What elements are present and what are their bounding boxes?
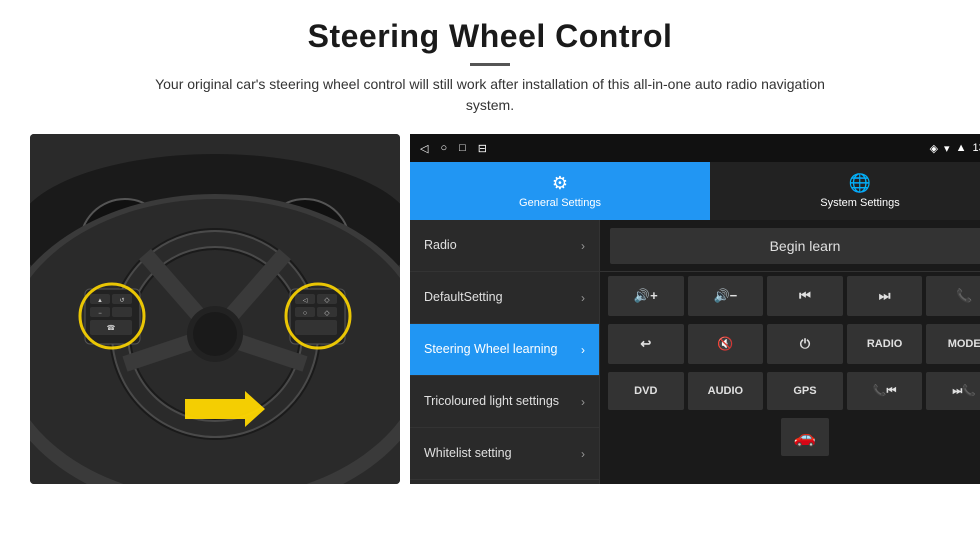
gps-label: GPS (793, 385, 816, 397)
status-bar: ◁ ○ □ ⊟ ◈ ▾ ▲ 13:13 (410, 134, 980, 162)
dvd-button[interactable]: DVD (608, 372, 684, 410)
mute-icon: 🔇 (717, 336, 733, 352)
radio-label: RADIO (867, 338, 902, 350)
chevron-icon: › (581, 343, 585, 357)
tab-system[interactable]: 🌐 System Settings (710, 162, 980, 220)
whitelist-row: 🚗 (600, 414, 980, 460)
call-next-button[interactable]: ⏭📞 (926, 372, 980, 410)
chevron-icon: › (581, 447, 585, 461)
globe-icon: 🌐 (849, 173, 871, 194)
hangup-button[interactable]: ↩ (608, 324, 684, 364)
controls-area: Begin learn 🔊+ 🔊− ⏮ ⏭ (600, 220, 980, 484)
vol-down-button[interactable]: 🔊− (688, 276, 764, 316)
phone-icon: 📞 (956, 288, 972, 304)
main-area: Radio › DefaultSetting › Steering Wheel … (410, 220, 980, 484)
top-tabs: ⚙ General Settings 🌐 System Settings (410, 162, 980, 220)
svg-text:◇: ◇ (324, 297, 330, 304)
signal-icon: ▲ (956, 142, 967, 154)
vol-up-button[interactable]: 🔊+ (608, 276, 684, 316)
power-icon: ⏻ (800, 336, 810, 352)
gps-button[interactable]: GPS (767, 372, 843, 410)
svg-text:−: − (98, 311, 102, 317)
begin-learn-row: Begin learn (600, 220, 980, 272)
header-subtitle: Your original car's steering wheel contr… (150, 74, 830, 116)
menu-icon[interactable]: ⊟ (478, 142, 487, 155)
vol-down-icon: 🔊− (714, 288, 738, 304)
steering-wheel-image: 120 km/h ▲ (30, 134, 400, 484)
head-unit: ◁ ○ □ ⊟ ◈ ▾ ▲ 13:13 ⚙ General Settings 🌐… (410, 134, 980, 484)
chevron-icon: › (581, 291, 585, 305)
wifi-icon: ▾ (944, 142, 950, 155)
dvd-label: DVD (634, 385, 657, 397)
prev-track-icon: ⏮ (799, 288, 811, 304)
home-icon[interactable]: ○ (440, 142, 447, 154)
hangup-icon: ↩ (640, 336, 651, 352)
svg-text:◁: ◁ (303, 298, 308, 304)
menu-item-whitelist[interactable]: Whitelist setting › (410, 428, 599, 480)
mode-button[interactable]: MODE (926, 324, 980, 364)
svg-text:☎: ☎ (107, 324, 116, 332)
whitelist-icon-box: 🚗 (781, 418, 829, 456)
controls-row2: ↩ 🔇 ⏻ RADIO MODE (600, 320, 980, 368)
status-bar-nav: ◁ ○ □ ⊟ (420, 142, 487, 155)
power-button[interactable]: ⏻ (767, 324, 843, 364)
menu-item-defaultsetting[interactable]: DefaultSetting › (410, 272, 599, 324)
clock: 13:13 (972, 142, 980, 154)
audio-button[interactable]: AUDIO (688, 372, 764, 410)
vol-up-icon: 🔊+ (634, 288, 658, 304)
page-header: Steering Wheel Control Your original car… (0, 0, 980, 126)
controls-row1: 🔊+ 🔊− ⏮ ⏭ 📞 (600, 272, 980, 320)
call-next-icon: ⏭📞 (952, 384, 976, 398)
begin-learn-button[interactable]: Begin learn (610, 228, 980, 264)
svg-text:◇: ◇ (324, 310, 330, 317)
menu-list: Radio › DefaultSetting › Steering Wheel … (410, 220, 600, 484)
call-prev-button[interactable]: 📞⏮ (847, 372, 923, 410)
svg-text:▲: ▲ (97, 298, 103, 304)
gear-icon: ⚙ (552, 173, 568, 194)
audio-label: AUDIO (708, 385, 743, 397)
svg-text:○: ○ (303, 310, 307, 317)
chevron-icon: › (581, 395, 585, 409)
svg-text:↺: ↺ (119, 297, 124, 304)
radio-button[interactable]: RADIO (847, 324, 923, 364)
call-button[interactable]: 📞 (926, 276, 980, 316)
content-area: 120 km/h ▲ (0, 126, 980, 496)
menu-item-tricoloured[interactable]: Tricoloured light settings › (410, 376, 599, 428)
tab-system-label: System Settings (820, 197, 899, 209)
chevron-icon: › (581, 239, 585, 253)
next-track-button[interactable]: ⏭ (847, 276, 923, 316)
back-icon[interactable]: ◁ (420, 142, 428, 155)
mode-label: MODE (948, 338, 980, 350)
tab-general-label: General Settings (519, 197, 601, 209)
recent-icon[interactable]: □ (459, 142, 466, 154)
tab-general[interactable]: ⚙ General Settings (410, 162, 710, 220)
header-divider (470, 63, 510, 66)
status-bar-info: ◈ ▾ ▲ 13:13 (930, 142, 980, 155)
call-prev-icon: 📞⏮ (873, 384, 897, 398)
mute-button[interactable]: 🔇 (688, 324, 764, 364)
location-icon: ◈ (930, 142, 938, 155)
prev-track-button[interactable]: ⏮ (767, 276, 843, 316)
controls-row3: DVD AUDIO GPS 📞⏮ ⏭📞 (600, 368, 980, 414)
next-track-icon: ⏭ (879, 288, 891, 304)
whitelist-icon: 🚗 (794, 427, 816, 448)
menu-item-radio[interactable]: Radio › (410, 220, 599, 272)
page-title: Steering Wheel Control (60, 18, 920, 55)
menu-item-steering-wheel[interactable]: Steering Wheel learning › (410, 324, 599, 376)
